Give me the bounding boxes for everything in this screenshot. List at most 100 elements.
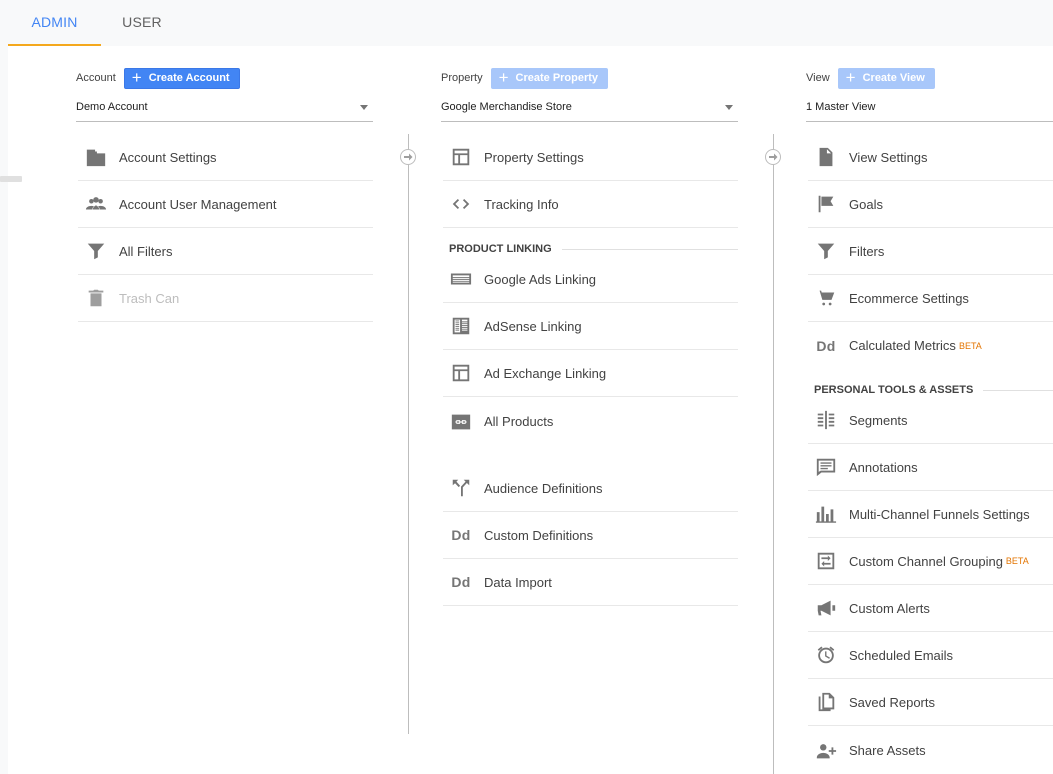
- menu-item-label: Scheduled Emails: [849, 647, 954, 663]
- menu-item-multi-channel-funnels-settings[interactable]: Multi-Channel Funnels Settings: [808, 491, 1053, 538]
- section-divider: [561, 248, 738, 250]
- menu-item-label: Saved Reports: [849, 694, 935, 710]
- plus-icon: +: [498, 68, 509, 87]
- dropdown-caret-icon: [360, 105, 368, 110]
- menu-item-all-products[interactable]: All Products: [443, 398, 738, 445]
- layout-icon: [449, 361, 473, 385]
- account-label: Account: [76, 72, 116, 84]
- menu-item-label: Annotations: [849, 459, 918, 475]
- menu-item-label: Calculated Metrics: [849, 338, 956, 353]
- split-arrow-icon: [449, 476, 473, 500]
- beta-badge: BETA: [958, 340, 982, 351]
- dd-icon-text: Dd: [451, 574, 471, 590]
- menu-item-tracking-info[interactable]: Tracking Info: [443, 181, 738, 228]
- code-icon: [449, 192, 473, 216]
- menu-item-label: Property Settings: [484, 149, 584, 165]
- create-property-button[interactable]: + Create Property: [490, 67, 609, 89]
- menu-item-label: All Filters: [119, 243, 173, 259]
- menu-item-label: Segments: [849, 412, 908, 428]
- menu-item-annotations[interactable]: Annotations: [808, 444, 1053, 491]
- menu-item-ad-exchange-linking[interactable]: Ad Exchange Linking: [443, 350, 738, 397]
- menu-item-share-assets[interactable]: Share Assets: [808, 727, 1053, 774]
- property-column: Property + Create Property Google Mercha…: [441, 46, 738, 646]
- property-label: Property: [441, 72, 483, 84]
- property-selector[interactable]: Google Merchandise Store: [441, 98, 738, 122]
- menu-item-property-settings[interactable]: Property Settings: [443, 134, 738, 181]
- account-selected: Demo Account: [76, 101, 148, 113]
- property-header: Property + Create Property: [441, 67, 609, 89]
- menu-item-scheduled-emails[interactable]: Scheduled Emails: [808, 632, 1053, 679]
- column-divider-property-view: [773, 134, 774, 774]
- menu-item-trash-can[interactable]: Trash Can: [78, 275, 373, 322]
- menu-item-label: Data Import: [484, 574, 552, 590]
- filter-icon: [814, 239, 838, 263]
- dd-icon: Dd: [449, 570, 473, 594]
- dd-icon: Dd: [449, 523, 473, 547]
- adsense-icon: [449, 314, 473, 338]
- tab-user[interactable]: USER: [101, 0, 183, 46]
- create-account-label: Create Account: [148, 72, 230, 84]
- property-selected: Google Merchandise Store: [441, 101, 572, 113]
- cart-icon: [814, 286, 838, 310]
- menu-item-label: Ecommerce Settings: [849, 290, 969, 306]
- ads-icon: [449, 267, 473, 291]
- create-view-button[interactable]: + Create View: [837, 67, 935, 89]
- menu-item-account-user-management[interactable]: Account User Management: [78, 181, 373, 228]
- menu-item-calculated-metrics[interactable]: Dd Calculated Metrics BETA: [808, 322, 1053, 369]
- menu-item-label: Custom Definitions: [484, 527, 594, 543]
- menu-item-saved-reports[interactable]: Saved Reports: [808, 679, 1053, 726]
- column-divider-account-property: [408, 134, 409, 734]
- segments-icon: [814, 408, 838, 432]
- dropdown-caret-icon: [725, 105, 733, 110]
- menu-item-label: View Settings: [849, 149, 928, 165]
- menu-item-google-ads-linking[interactable]: Google Ads Linking: [443, 256, 738, 303]
- menu-item-ecommerce-settings[interactable]: Ecommerce Settings: [808, 275, 1053, 322]
- menu-item-label: AdSense Linking: [484, 318, 582, 334]
- create-view-label: Create View: [862, 72, 925, 84]
- alarm-clock-icon: [814, 643, 838, 667]
- create-property-label: Create Property: [515, 72, 599, 84]
- menu-item-audience-definitions[interactable]: Audience Definitions: [443, 465, 738, 512]
- menu-item-custom-channel-grouping[interactable]: Custom Channel Grouping BETA: [808, 538, 1053, 585]
- account-selector[interactable]: Demo Account: [76, 98, 373, 122]
- filter-icon: [84, 239, 108, 263]
- plus-icon: +: [845, 68, 856, 87]
- menu-item-label: Filters: [849, 243, 885, 259]
- menu-item-label: Audience Definitions: [484, 480, 603, 496]
- menu-item-label: Ad Exchange Linking: [484, 365, 607, 381]
- dd-icon: Dd: [814, 334, 838, 358]
- menu-item-filters[interactable]: Filters: [808, 228, 1053, 275]
- menu-item-custom-definitions[interactable]: Dd Custom Definitions: [443, 512, 738, 559]
- section-product-linking: PRODUCT LINKING: [449, 242, 738, 256]
- view-selector[interactable]: 1 Master View: [806, 98, 1053, 122]
- menu-item-label: Tracking Info: [484, 196, 559, 212]
- tab-admin[interactable]: ADMIN: [8, 0, 101, 46]
- menu-item-adsense-linking[interactable]: AdSense Linking: [443, 303, 738, 350]
- plus-icon: +: [131, 68, 142, 87]
- arrow-right-icon: [765, 149, 781, 165]
- menu-item-label: Share Assets: [849, 743, 926, 758]
- menu-item-label: Account Settings: [119, 149, 217, 165]
- view-header: View + Create View: [806, 67, 935, 89]
- section-label: PRODUCT LINKING: [449, 243, 552, 255]
- menu-item-view-settings[interactable]: View Settings: [808, 134, 1053, 181]
- menu-item-data-import[interactable]: Dd Data Import: [443, 559, 738, 606]
- create-account-button[interactable]: + Create Account: [123, 67, 240, 89]
- menu-item-segments[interactable]: Segments: [808, 397, 1053, 444]
- menu-item-all-filters[interactable]: All Filters: [78, 228, 373, 275]
- menu-item-custom-alerts[interactable]: Custom Alerts: [808, 585, 1053, 632]
- menu-item-label: Trash Can: [119, 290, 180, 306]
- side-handle[interactable]: [0, 176, 22, 182]
- menu-item-label: Google Ads Linking: [484, 271, 597, 287]
- layout-icon: [449, 145, 473, 169]
- account-header: Account + Create Account: [76, 67, 240, 89]
- menu-item-account-settings[interactable]: Account Settings: [78, 134, 373, 181]
- menu-item-goals[interactable]: Goals: [808, 181, 1053, 228]
- document-icon: [814, 145, 838, 169]
- megaphone-icon: [814, 596, 838, 620]
- menu-item-label: All Products: [484, 414, 554, 429]
- building-icon: [84, 145, 108, 169]
- account-column: Account + Create Account Demo Account Ac…: [76, 46, 373, 346]
- view-label: View: [806, 72, 830, 84]
- people-icon: [84, 192, 108, 216]
